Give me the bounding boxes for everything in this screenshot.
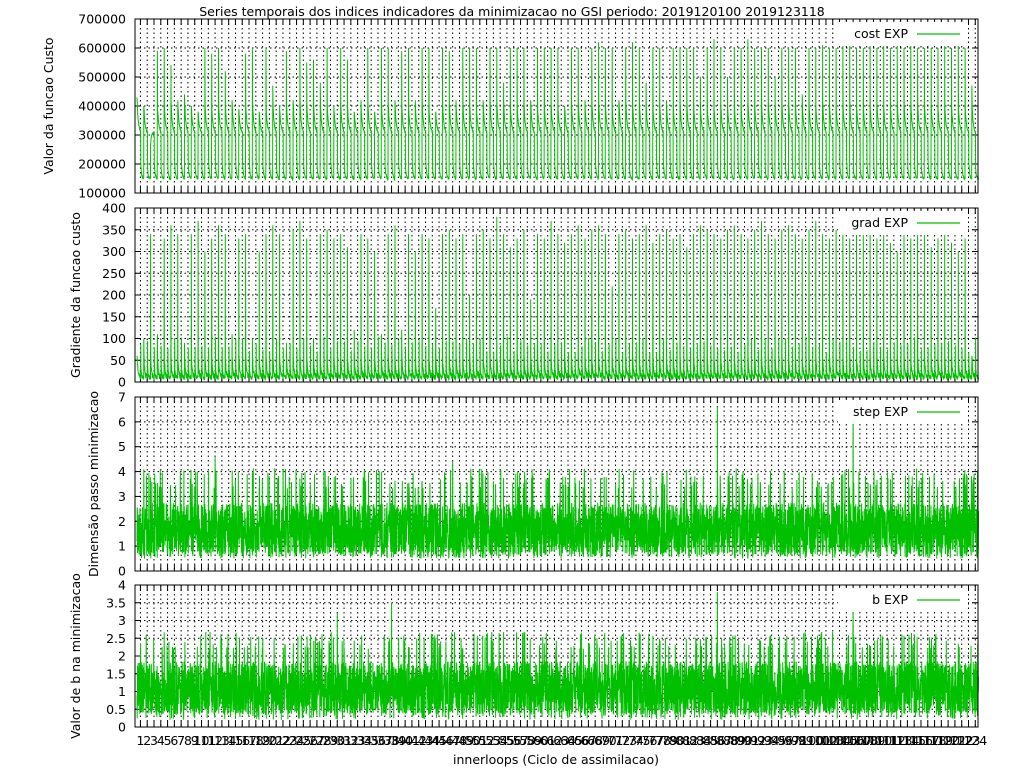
y-tick-label: 0: [118, 720, 126, 735]
y-tick-label: 400: [102, 201, 126, 216]
panel-4: 0 0.5 1 1.5 2 2.5 3 3.5 4 b EXP Valor de b na mini…: [68, 573, 979, 739]
series-line-cost-exp: [136, 39, 979, 182]
y-tick-label: 100000: [78, 186, 126, 201]
y-axis-label: Valor da funcao Custo: [41, 37, 56, 174]
y-tick-label: 250: [102, 266, 126, 281]
y-tick-label: 1: [118, 684, 126, 699]
legend-label: step EXP: [853, 404, 908, 419]
y-tick-label: 500000: [78, 70, 126, 85]
y-tick-label: 7: [118, 390, 126, 405]
y-tick-label: 50: [110, 353, 126, 368]
y-tick-label: 300000: [78, 128, 126, 143]
y-axis-label: Dimensão passo minimizacao: [86, 391, 101, 577]
y-tick-label: 200: [102, 288, 126, 303]
y-tick-label: 1.5: [106, 666, 126, 681]
y-tick-label: 5: [118, 439, 126, 454]
y-axis-label: Valor de b na minimizacao: [68, 573, 83, 739]
x-axis-label: innerloops (Ciclo de assimilacao): [453, 752, 659, 767]
y-tick-label: 350: [102, 222, 126, 237]
y-tick-label: 150: [102, 309, 126, 324]
y-tick-label: 3: [118, 613, 126, 628]
series-line-grad-exp: [136, 216, 979, 382]
y-tick-label: 700000: [78, 12, 126, 27]
x-tick-label: 124: [963, 733, 987, 748]
y-tick-label: 1: [118, 539, 126, 554]
y-tick-label: 0.5: [106, 702, 126, 717]
legend-label: cost EXP: [854, 26, 908, 41]
panel-3: 0 1 2 3 4 5 6 7 step EXP Dimensão passo minimizac…: [86, 390, 979, 579]
y-tick-label: 600000: [78, 41, 126, 56]
y-tick-label: 0: [118, 375, 126, 390]
y-tick-label: 2: [118, 514, 126, 529]
y-tick-label: 400000: [78, 99, 126, 114]
legend-label: grad EXP: [851, 215, 908, 230]
y-tick-label: 100: [102, 331, 126, 346]
legend-label: b EXP: [872, 592, 908, 607]
y-tick-label: 2.5: [106, 631, 126, 646]
panel-1: 100000 200000 300000 400000 500000 600000 7000…: [41, 12, 979, 201]
y-tick-label: 300: [102, 244, 126, 259]
y-tick-label: 3: [118, 489, 126, 504]
series-line-step-exp: [136, 406, 979, 559]
y-tick-label: 4: [118, 464, 126, 479]
y-axis-label: Gradiente da funcao custo: [68, 212, 83, 378]
y-tick-label: 3.5: [106, 595, 126, 610]
y-tick-label: 6: [118, 414, 126, 429]
chart-title: Series temporais dos indices indicadores…: [199, 4, 825, 19]
y-tick-label: 2: [118, 649, 126, 664]
y-tick-label: 0: [118, 564, 126, 579]
panel-2: 0 50 100 150 200 250 300 350 400 grad EXP Gradient…: [68, 201, 979, 390]
y-tick-label: 200000: [78, 157, 126, 172]
y-tick-label: 4: [118, 578, 126, 593]
chart-canvas: Series temporais dos indices indicadores…: [41, 4, 987, 767]
